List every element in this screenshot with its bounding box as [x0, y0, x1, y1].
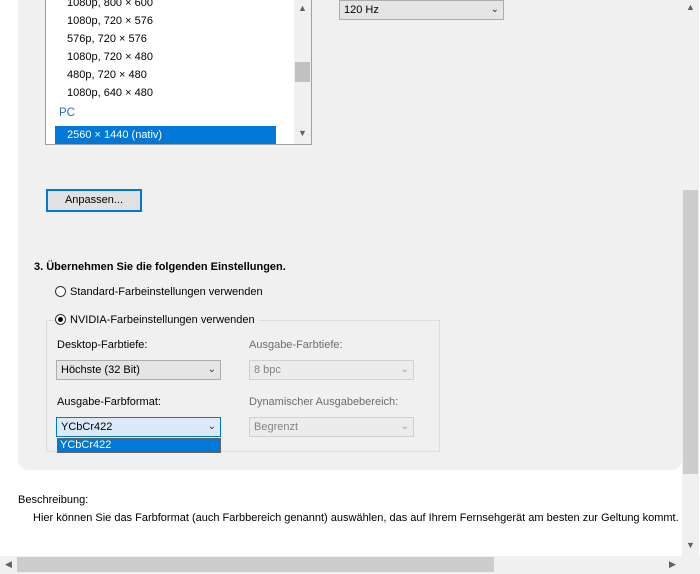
- chevron-down-icon: ⌄: [400, 364, 409, 375]
- resolution-group-label: PC: [59, 107, 75, 119]
- chevron-down-icon: ⌄: [207, 364, 216, 375]
- radio-checked-icon[interactable]: [55, 314, 66, 325]
- chevron-down-icon: ⌄: [207, 421, 216, 432]
- output-format-option[interactable]: YCbCr422: [57, 438, 221, 453]
- radio-nvidia-label: NVIDIA-Farbeinstellungen verwenden: [70, 314, 255, 326]
- description-text: Hier können Sie das Farbformat (auch Far…: [33, 512, 679, 524]
- radio-unchecked-icon[interactable]: [55, 286, 66, 297]
- radio-nvidia-colors[interactable]: NVIDIA-Farbeinstellungen verwenden: [55, 312, 259, 328]
- scrollbar-thumb[interactable]: [295, 62, 310, 82]
- refresh-rate-select[interactable]: 120 Hz ⌄: [339, 0, 504, 20]
- dynamic-range-value: Begrenzt: [254, 421, 299, 433]
- customize-button[interactable]: Anpassen...: [46, 189, 142, 212]
- resolution-listbox[interactable]: 1080p, 800 × 600 1080p, 720 × 576 576p, …: [45, 0, 312, 145]
- desktop-depth-value: Höchste (32 Bit): [61, 364, 140, 376]
- scroll-down-arrow-icon[interactable]: ▼: [682, 540, 699, 550]
- chevron-down-icon: ⌄: [400, 421, 409, 432]
- output-depth-label: Ausgabe-Farbtiefe:: [249, 339, 343, 351]
- output-depth-select: 8 bpc ⌄: [249, 360, 414, 380]
- section-heading: 3. Übernehmen Sie die folgenden Einstell…: [34, 261, 286, 273]
- resolution-item[interactable]: 1080p, 720 × 480: [67, 48, 153, 66]
- scrollbar-thumb[interactable]: [683, 190, 698, 474]
- output-format-value: YCbCr422: [61, 421, 113, 433]
- scroll-up-arrow-icon[interactable]: ▲: [294, 3, 311, 13]
- scrollbar-thumb[interactable]: [17, 557, 494, 572]
- resolution-item[interactable]: 1080p, 720 × 576: [67, 12, 153, 30]
- output-format-select[interactable]: YCbCr422 ⌄: [56, 417, 221, 437]
- resolution-item[interactable]: 1080p, 640 × 480: [67, 84, 153, 102]
- desktop-depth-select[interactable]: Höchste (32 Bit) ⌄: [56, 360, 221, 380]
- resolution-item-selected[interactable]: 2560 × 1440 (nativ): [55, 126, 276, 144]
- radio-default-label: Standard-Farbeinstellungen verwenden: [70, 286, 263, 298]
- refresh-rate-value: 120 Hz: [344, 4, 379, 16]
- scroll-up-arrow-icon[interactable]: ▲: [682, 2, 699, 12]
- resolution-item[interactable]: 480p, 720 × 480: [67, 66, 147, 84]
- scroll-down-arrow-icon[interactable]: ▼: [294, 128, 311, 138]
- description-title: Beschreibung:: [18, 494, 89, 506]
- dynamic-range-label: Dynamischer Ausgabebereich:: [249, 396, 399, 408]
- chevron-down-icon: ⌄: [490, 4, 499, 15]
- resolution-item[interactable]: 576p, 720 × 576: [67, 30, 147, 48]
- resolution-item[interactable]: 1080p, 800 × 600: [67, 0, 153, 12]
- radio-default-colors[interactable]: Standard-Farbeinstellungen verwenden: [55, 284, 263, 300]
- scrollbar-corner: [682, 556, 700, 574]
- output-format-label: Ausgabe-Farbformat:: [57, 396, 161, 408]
- dynamic-range-select: Begrenzt ⌄: [249, 417, 414, 437]
- scroll-right-arrow-icon[interactable]: ▶: [664, 559, 681, 570]
- scroll-left-arrow-icon[interactable]: ◀: [0, 559, 17, 570]
- resolution-list-scrollbar[interactable]: ▲ ▼: [294, 0, 311, 144]
- output-depth-value: 8 bpc: [254, 364, 281, 376]
- desktop-depth-label: Desktop-Farbtiefe:: [57, 339, 148, 351]
- main-vertical-scrollbar[interactable]: ▲ ▼: [682, 0, 699, 556]
- main-horizontal-scrollbar[interactable]: ◀ ▶: [0, 556, 682, 574]
